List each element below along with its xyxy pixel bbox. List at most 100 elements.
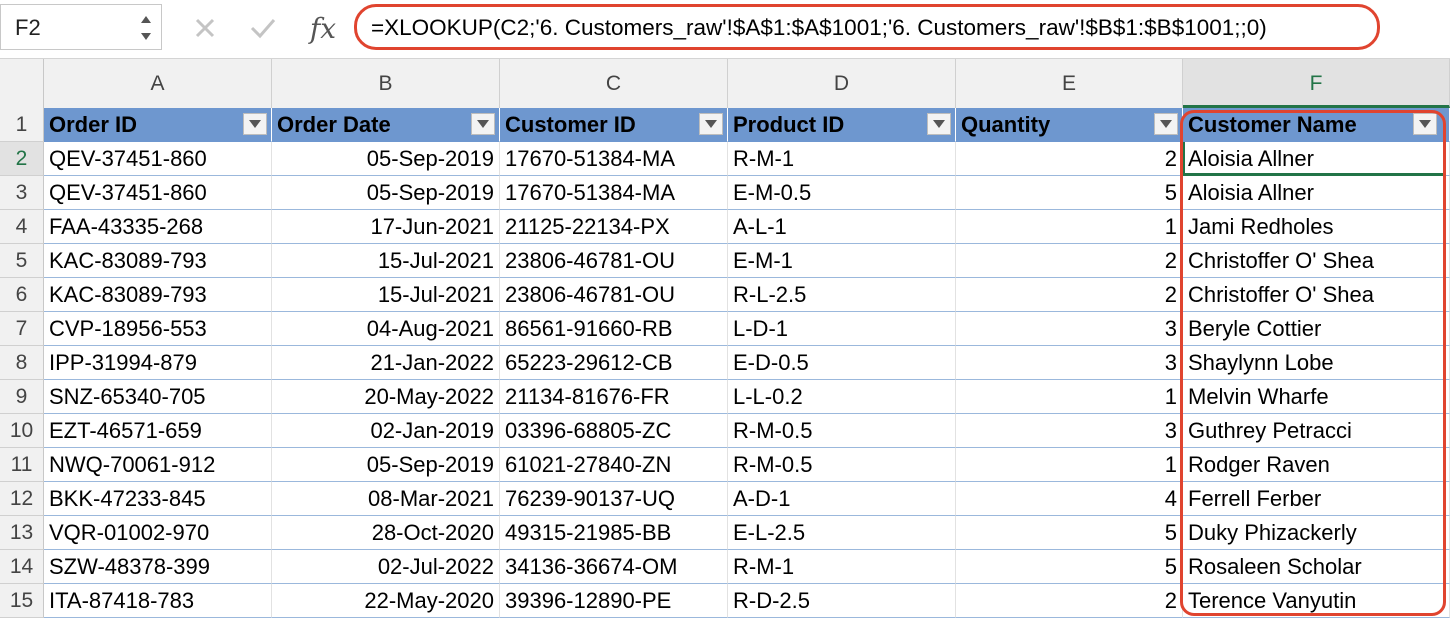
cell-customer-name[interactable]: Aloisia Allner [1183, 142, 1450, 176]
cell-order-date[interactable]: 22-May-2020 [272, 584, 500, 618]
cell-product-id[interactable]: E-L-2.5 [728, 516, 956, 550]
cell-product-id[interactable]: E-M-0.5 [728, 176, 956, 210]
cell-quantity[interactable]: 2 [956, 584, 1183, 618]
cell-quantity[interactable]: 5 [956, 516, 1183, 550]
cell-customer-name[interactable]: Rodger Raven [1183, 448, 1450, 482]
row-number[interactable]: 15 [0, 584, 44, 618]
cell-order-date[interactable]: 15-Jul-2021 [272, 244, 500, 278]
row-number[interactable]: 5 [0, 244, 44, 278]
filter-dropdown-icon[interactable] [927, 113, 951, 135]
cell-product-id[interactable]: A-D-1 [728, 482, 956, 516]
cell-quantity[interactable]: 2 [956, 142, 1183, 176]
row-number[interactable]: 4 [0, 210, 44, 244]
cell-customer-name[interactable]: Shaylynn Lobe [1183, 346, 1450, 380]
cell-customer-id[interactable]: 61021-27840-ZN [500, 448, 728, 482]
cell-customer-name[interactable]: Melvin Wharfe [1183, 380, 1450, 414]
row-number[interactable]: 1 [0, 108, 44, 142]
cell-product-id[interactable]: R-M-1 [728, 550, 956, 584]
cell-order-date[interactable]: 02-Jul-2022 [272, 550, 500, 584]
cell-customer-id[interactable]: 21125-22134-PX [500, 210, 728, 244]
row-number[interactable]: 2 [0, 142, 44, 176]
cell-order-id[interactable]: ITA-87418-783 [44, 584, 272, 618]
cell-customer-name[interactable]: Ferrell Ferber [1183, 482, 1450, 516]
cell-product-id[interactable]: L-D-1 [728, 312, 956, 346]
filter-dropdown-icon[interactable] [471, 113, 495, 135]
column-header-e[interactable]: E [956, 59, 1183, 108]
cell-customer-name[interactable]: Beryle Cottier [1183, 312, 1450, 346]
cell-order-date[interactable]: 21-Jan-2022 [272, 346, 500, 380]
cell-customer-name[interactable]: Guthrey Petracci [1183, 414, 1450, 448]
cell-order-id[interactable]: NWQ-70061-912 [44, 448, 272, 482]
cell-order-id[interactable]: CVP-18956-553 [44, 312, 272, 346]
filter-dropdown-icon[interactable] [1413, 113, 1437, 135]
cell-product-id[interactable]: E-M-1 [728, 244, 956, 278]
checkmark-icon[interactable] [246, 10, 280, 46]
cell-customer-name[interactable]: Rosaleen Scholar [1183, 550, 1450, 584]
cell-customer-id[interactable]: 21134-81676-FR [500, 380, 728, 414]
cell-product-id[interactable]: R-D-2.5 [728, 584, 956, 618]
cell-quantity[interactable]: 1 [956, 448, 1183, 482]
cell-product-id[interactable]: L-L-0.2 [728, 380, 956, 414]
row-number[interactable]: 10 [0, 414, 44, 448]
cell-quantity[interactable]: 5 [956, 550, 1183, 584]
header-customer-id[interactable]: Customer ID [500, 108, 728, 142]
cell-customer-id[interactable]: 23806-46781-OU [500, 244, 728, 278]
function-icon[interactable]: fx [306, 10, 340, 46]
cell-product-id[interactable]: R-M-0.5 [728, 448, 956, 482]
row-number[interactable]: 7 [0, 312, 44, 346]
cell-order-id[interactable]: SNZ-65340-705 [44, 380, 272, 414]
cell-customer-id[interactable]: 86561-91660-RB [500, 312, 728, 346]
row-number[interactable]: 6 [0, 278, 44, 312]
header-order-date[interactable]: Order Date [272, 108, 500, 142]
row-number[interactable]: 11 [0, 448, 44, 482]
cell-quantity[interactable]: 2 [956, 244, 1183, 278]
cell-customer-name[interactable]: Terence Vanyutin [1183, 584, 1450, 618]
cell-quantity[interactable]: 2 [956, 278, 1183, 312]
cell-order-date[interactable]: 17-Jun-2021 [272, 210, 500, 244]
cell-order-date[interactable]: 28-Oct-2020 [272, 516, 500, 550]
cell-order-id[interactable]: BKK-47233-845 [44, 482, 272, 516]
cell-customer-id[interactable]: 65223-29612-CB [500, 346, 728, 380]
cell-quantity[interactable]: 1 [956, 380, 1183, 414]
cell-order-id[interactable]: KAC-83089-793 [44, 244, 272, 278]
cell-customer-name[interactable]: Christoffer O' Shea [1183, 278, 1450, 312]
cell-order-date[interactable]: 02-Jan-2019 [272, 414, 500, 448]
cell-quantity[interactable]: 4 [956, 482, 1183, 516]
cell-quantity[interactable]: 3 [956, 346, 1183, 380]
filter-dropdown-icon[interactable] [699, 113, 723, 135]
name-box[interactable]: F2 [0, 4, 162, 50]
select-all-corner[interactable] [0, 59, 44, 108]
filter-dropdown-icon[interactable] [243, 113, 267, 135]
cell-customer-id[interactable]: 34136-36674-OM [500, 550, 728, 584]
column-header-d[interactable]: D [728, 59, 956, 108]
cell-customer-id[interactable]: 49315-21985-BB [500, 516, 728, 550]
column-header-b[interactable]: B [272, 59, 500, 108]
cell-customer-name[interactable]: Aloisia Allner [1183, 176, 1450, 210]
cell-order-id[interactable]: SZW-48378-399 [44, 550, 272, 584]
cell-customer-id[interactable]: 17670-51384-MA [500, 176, 728, 210]
cell-customer-id[interactable]: 39396-12890-PE [500, 584, 728, 618]
cell-product-id[interactable]: A-L-1 [728, 210, 956, 244]
cell-product-id[interactable]: R-M-0.5 [728, 414, 956, 448]
cell-order-date[interactable]: 05-Sep-2019 [272, 142, 500, 176]
close-icon[interactable] [188, 10, 222, 46]
cell-order-date[interactable]: 05-Sep-2019 [272, 448, 500, 482]
column-header-f[interactable]: F [1183, 59, 1450, 108]
cell-quantity[interactable]: 3 [956, 312, 1183, 346]
cell-order-id[interactable]: KAC-83089-793 [44, 278, 272, 312]
row-number[interactable]: 13 [0, 516, 44, 550]
column-header-c[interactable]: C [500, 59, 728, 108]
row-number[interactable]: 9 [0, 380, 44, 414]
cell-customer-id[interactable]: 76239-90137-UQ [500, 482, 728, 516]
column-header-a[interactable]: A [44, 59, 272, 108]
row-number[interactable]: 14 [0, 550, 44, 584]
cell-order-id[interactable]: QEV-37451-860 [44, 142, 272, 176]
cell-customer-name[interactable]: Duky Phizackerly [1183, 516, 1450, 550]
cell-quantity[interactable]: 5 [956, 176, 1183, 210]
cell-quantity[interactable]: 3 [956, 414, 1183, 448]
cell-order-date[interactable]: 20-May-2022 [272, 380, 500, 414]
formula-input[interactable]: =XLOOKUP(C2;'6. Customers_raw'!$A$1:$A$1… [354, 4, 1380, 50]
filter-dropdown-icon[interactable] [1154, 113, 1178, 135]
row-number[interactable]: 3 [0, 176, 44, 210]
stepper-arrows-icon[interactable] [139, 9, 153, 47]
